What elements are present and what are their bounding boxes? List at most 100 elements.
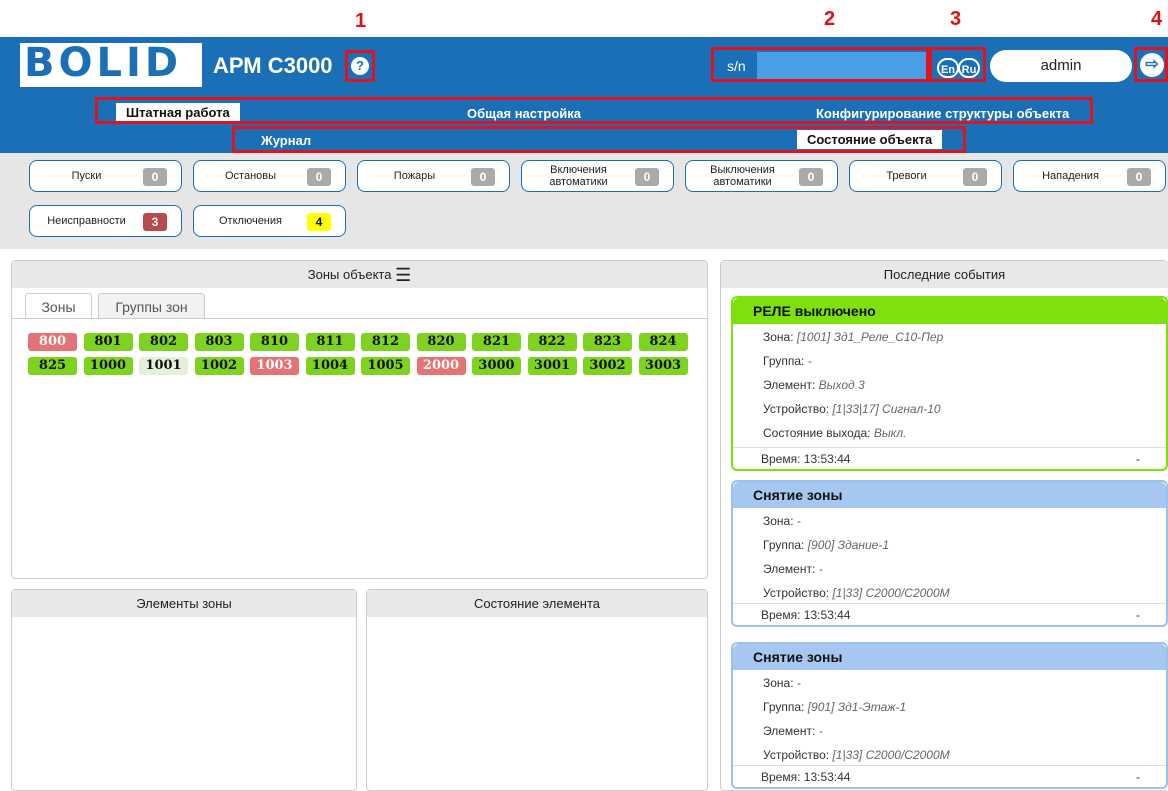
counter-1[interactable]: Остановы 0: [193, 160, 346, 192]
elements-panel: Элементы зоны: [11, 589, 357, 791]
zone-1005[interactable]: 1005: [361, 357, 410, 375]
event-row-value: [1001] Зд1_Реле_С10-Пер: [796, 330, 944, 344]
zone-820[interactable]: 820: [416, 333, 466, 351]
logo-text: BOLID: [24, 40, 183, 86]
elements-panel-title: Элементы зоны: [12, 590, 356, 617]
zone-1002[interactable]: 1002: [194, 357, 244, 375]
event-row-label: Зона:: [763, 330, 797, 344]
zone-822[interactable]: 822: [527, 333, 577, 351]
counter-label: Неисправности: [47, 214, 126, 227]
zone-3002[interactable]: 3002: [583, 357, 632, 375]
zones-panel-title: Зоны объекта: [307, 267, 392, 282]
event-time: Время: 13:53:44 -: [733, 603, 1166, 625]
event-row: Элемент: Выход 3: [763, 378, 865, 392]
zone-1000[interactable]: 1000: [83, 357, 133, 375]
event-row: Устройство: [1|33|17] Сигнал-10: [763, 402, 941, 416]
tab-zones[interactable]: Зоны: [25, 293, 92, 319]
zone-823[interactable]: 823: [583, 333, 632, 351]
zone-825[interactable]: 825: [28, 357, 77, 375]
counter-badge: 0: [963, 168, 987, 186]
event-card[interactable]: Снятие зоны Зона: - Группа: [900] Здание-1…: [731, 480, 1168, 627]
zone-2000[interactable]: 2000: [416, 357, 466, 375]
zone-1003[interactable]: 1003: [250, 357, 299, 375]
zone-824[interactable]: 824: [638, 333, 688, 351]
counter-badge: 0: [143, 168, 167, 186]
counter-6[interactable]: Нападения 0: [1013, 160, 1166, 192]
counter-2[interactable]: Пожары 0: [357, 160, 510, 192]
event-collapse[interactable]: -: [1136, 766, 1140, 788]
tab-general-settings[interactable]: Общая настройка: [467, 106, 581, 121]
event-card[interactable]: Снятие зоны Зона: - Группа: [901] Зд1-Этаж…: [731, 642, 1168, 789]
counter-label: Остановы: [224, 169, 277, 182]
lang-ru-button[interactable]: Ru: [958, 58, 980, 78]
zone-800[interactable]: 800: [28, 333, 77, 351]
callout-3: 3: [950, 8, 962, 30]
zone-821[interactable]: 821: [472, 333, 521, 351]
zone-810[interactable]: 810: [250, 333, 299, 351]
counter-3[interactable]: Включения автоматики 0: [521, 160, 674, 192]
event-time: Время: 13:53:44 -: [733, 447, 1166, 469]
event-row-label: Элемент:: [763, 724, 819, 738]
zone-801[interactable]: 801: [83, 333, 133, 351]
event-row: Элемент: -: [763, 724, 823, 738]
event-row-label: Элемент:: [763, 562, 819, 576]
menu-icon[interactable]: ☰: [395, 265, 411, 285]
help-icon[interactable]: ?: [351, 57, 369, 75]
event-row-label: Устройство:: [763, 586, 833, 600]
events-panel-title: Последние события: [721, 261, 1168, 288]
counter-label: Пуски: [71, 169, 102, 182]
counter-7[interactable]: Неисправности 3: [29, 205, 182, 237]
counter-badge: 0: [1127, 168, 1151, 186]
event-row-value: [900] Здание-1: [807, 538, 890, 552]
counter-badge: 3: [143, 213, 167, 231]
subtab-journal[interactable]: Журнал: [261, 133, 311, 148]
element-state-panel: Состояние элемента: [366, 589, 708, 791]
subtab-object-state[interactable]: Состояние объекта: [797, 130, 943, 149]
event-row-label: Группа:: [763, 700, 808, 714]
event-time-text: Время: 13:53:44: [761, 608, 851, 622]
callout-1: 1: [355, 10, 367, 32]
zone-812[interactable]: 812: [361, 333, 410, 351]
event-time: Время: 13:53:44 -: [733, 765, 1166, 787]
tab-zone-groups[interactable]: Группы зон: [98, 293, 205, 319]
counter-8[interactable]: Отключения 4: [193, 205, 346, 237]
sub-nav: [0, 126, 1168, 153]
zone-803[interactable]: 803: [194, 333, 244, 351]
counter-badge: 4: [307, 213, 331, 231]
event-row-value: Выкл.: [873, 426, 907, 440]
tab-object-structure[interactable]: Конфигурирование структуры объекта: [816, 106, 1069, 121]
zone-1004[interactable]: 1004: [305, 357, 355, 375]
event-collapse[interactable]: -: [1136, 448, 1140, 470]
event-row: Группа: [900] Здание-1: [763, 538, 889, 552]
event-card[interactable]: РЕЛЕ выключено Зона: [1001] Зд1_Реле_С10-…: [731, 296, 1168, 471]
app-title: АРМ С3000: [213, 53, 333, 78]
event-row-value: -: [796, 514, 801, 528]
zone-811[interactable]: 811: [305, 333, 355, 351]
counter-label: Отключения: [219, 214, 282, 227]
zone-802[interactable]: 802: [139, 333, 188, 351]
event-row-value: [901] Зд1-Этаж-1: [807, 700, 907, 714]
event-row: Зона: -: [763, 676, 801, 690]
logout-icon[interactable]: ⇨: [1140, 53, 1164, 77]
counter-5[interactable]: Тревоги 0: [849, 160, 1002, 192]
event-row-value: [1|33|17] Сигнал-10: [832, 402, 941, 416]
event-row: Устройство: [1|33] С2000/С2000М: [763, 586, 950, 600]
counter-0[interactable]: Пуски 0: [29, 160, 182, 192]
event-title: Снятие зоны: [733, 482, 1166, 508]
zone-3001[interactable]: 3001: [527, 357, 577, 375]
lang-en-button[interactable]: En: [937, 58, 959, 78]
serial-number-field: [757, 52, 927, 80]
event-row-label: Устройство:: [763, 748, 833, 762]
counter-4[interactable]: Выключения автоматики 0: [685, 160, 838, 192]
counter-label: Включения автоматики: [549, 163, 608, 188]
event-row: Группа: -: [763, 354, 812, 368]
zone-3000[interactable]: 3000: [472, 357, 521, 375]
tab-normal-operation[interactable]: Штатная работа: [116, 103, 240, 122]
zone-3003[interactable]: 3003: [638, 357, 688, 375]
callout-4: 4: [1151, 8, 1163, 30]
event-collapse[interactable]: -: [1136, 604, 1140, 626]
zones-panel-header: Зоны объекта ☰: [12, 261, 707, 288]
event-row: Устройство: [1|33] С2000/С2000М: [763, 748, 950, 762]
event-row: Зона: -: [763, 514, 801, 528]
zone-1001[interactable]: 1001: [139, 357, 188, 375]
